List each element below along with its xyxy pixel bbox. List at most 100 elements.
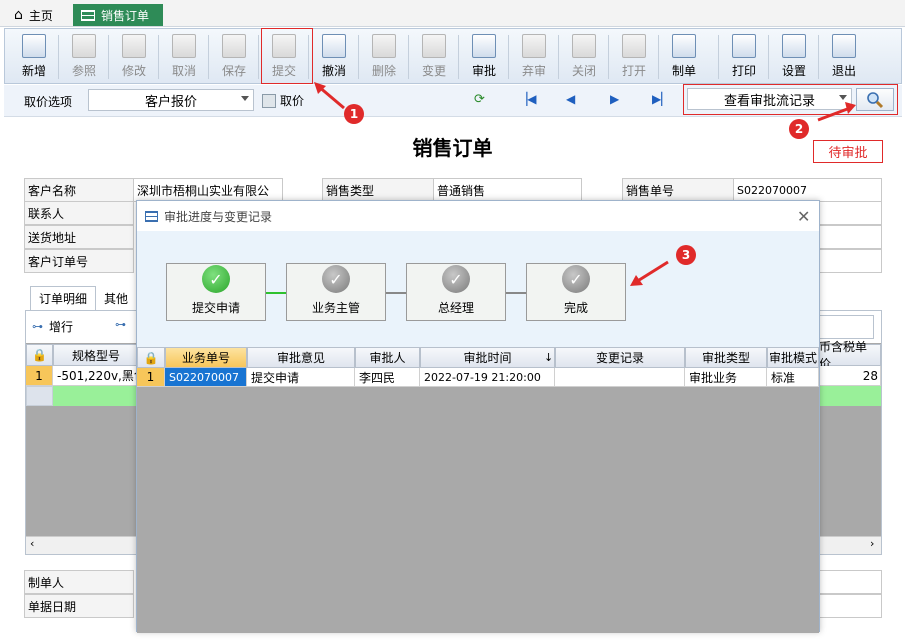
- approval-step: ✓ 提交申请: [166, 263, 266, 321]
- column-header[interactable]: 审批类型: [685, 347, 767, 368]
- order-no-field[interactable]: S022070007: [733, 178, 882, 202]
- toolbar-new-doc-button[interactable]: 新增: [10, 31, 58, 83]
- toolbar-edit-button[interactable]: 修改: [110, 31, 158, 83]
- fetch-option-value: 客户报价: [144, 94, 197, 110]
- toolbar-make-doc-button[interactable]: 制单: [660, 31, 708, 83]
- settings-icon: [782, 34, 806, 58]
- annotation-badge-1: 1: [344, 104, 364, 124]
- column-header[interactable]: 业务单号: [165, 347, 247, 368]
- toolbar-separator: [58, 35, 59, 79]
- doc-date-label: 单据日期: [24, 594, 134, 618]
- tab-sales-order[interactable]: 销售订单: [73, 4, 163, 26]
- save-icon: [222, 34, 246, 58]
- annotation-badge-3: 3: [676, 245, 696, 265]
- tab-order-detail[interactable]: 订单明细: [30, 286, 96, 310]
- first-record-icon[interactable]: ▕◀: [518, 92, 536, 106]
- form-field-right-2[interactable]: [818, 201, 882, 225]
- toolbar-button-label: 保存: [221, 64, 246, 78]
- form-field-right-3[interactable]: [818, 225, 882, 249]
- scroll-right-icon[interactable]: ›: [870, 537, 874, 550]
- column-header[interactable]: 审批时间: [420, 347, 555, 368]
- make-doc-icon: [672, 34, 696, 58]
- scroll-left-icon[interactable]: ‹: [30, 537, 34, 550]
- column-header[interactable]: 审批模式: [767, 347, 819, 368]
- approval-cell-order-no[interactable]: S022070007: [165, 368, 247, 387]
- approval-cell-type[interactable]: 审批业务: [685, 368, 767, 387]
- dialog-title: 审批进度与变更记录: [164, 209, 273, 224]
- approval-cell-approver[interactable]: 李四民: [355, 368, 420, 387]
- column-header-spec[interactable]: 规格型号: [53, 344, 139, 366]
- insert-row-icon[interactable]: ⊶: [115, 318, 126, 331]
- toolbar-save-button[interactable]: 保存: [210, 31, 258, 83]
- detail-cell-price[interactable]: 28: [818, 366, 881, 386]
- toolbar-close-doc-button[interactable]: 关闭: [560, 31, 608, 83]
- toolbar-separator: [208, 35, 209, 79]
- column-header-tax-price[interactable]: 币含税单价: [818, 340, 881, 371]
- add-row-button[interactable]: ⊶ 增行: [32, 318, 73, 335]
- check-icon: ✓: [562, 265, 590, 293]
- toolbar-reference-button[interactable]: 参照: [60, 31, 108, 83]
- contact-label: 联系人: [24, 201, 134, 225]
- progress-line-2: [385, 292, 407, 294]
- annotation-badge-2: 2: [789, 119, 809, 139]
- approval-step-label: 业务主管: [311, 301, 360, 315]
- page-title: 销售订单: [412, 136, 493, 160]
- toolbar-change-button[interactable]: 变更: [410, 31, 458, 83]
- form-field-right-4[interactable]: [818, 249, 882, 273]
- toolbar-separator: [458, 35, 459, 79]
- toolbar-separator: [608, 35, 609, 79]
- approval-step-label: 总经理: [437, 301, 474, 315]
- toolbar-exit-button[interactable]: 退出: [820, 31, 868, 83]
- close-icon[interactable]: ✕: [797, 207, 810, 226]
- approval-cell-change[interactable]: [555, 368, 685, 387]
- approval-cell-mode[interactable]: 标准: [767, 368, 819, 387]
- toolbar-undo-button[interactable]: 取消: [160, 31, 208, 83]
- column-header[interactable]: 审批意见: [247, 347, 355, 368]
- toolbar-revoke-button[interactable]: 撤消: [310, 31, 358, 83]
- toolbar-separator: [558, 35, 559, 79]
- footer-field-right-2[interactable]: [818, 594, 882, 618]
- toolbar-unapprove-button[interactable]: 弃审: [510, 31, 558, 83]
- footer-field-right-1[interactable]: [818, 570, 882, 594]
- toolbar-button-label: 打开: [621, 64, 646, 78]
- column-header[interactable]: 变更记录: [555, 347, 685, 368]
- new-row-right[interactable]: [818, 386, 881, 406]
- check-icon: ✓: [322, 265, 350, 293]
- customer-name-field[interactable]: 深圳市梧桐山实业有限公: [133, 178, 283, 202]
- last-record-icon[interactable]: ▶▏: [652, 92, 670, 106]
- detail-cell-spec[interactable]: -501,220v,黑色: [53, 366, 139, 386]
- approval-cell-time[interactable]: 2022-07-19 21:20:00: [420, 368, 555, 387]
- toolbar-print-button[interactable]: 打印: [720, 31, 768, 83]
- fetch-price-button[interactable]: 取价: [262, 92, 304, 109]
- column-header[interactable]: 审批人: [355, 347, 420, 368]
- sales-type-field[interactable]: 普通销售: [433, 178, 582, 202]
- refresh-icon[interactable]: ⟳: [474, 92, 485, 107]
- tab-sales-order-label: 销售订单: [101, 8, 150, 23]
- tab-home[interactable]: ⌂ 主页: [6, 4, 61, 26]
- check-icon: ✓: [442, 265, 470, 293]
- toolbar-settings-button[interactable]: 设置: [770, 31, 818, 83]
- approval-record-select[interactable]: 查看审批流记录: [687, 88, 852, 110]
- detail-search-input[interactable]: [818, 315, 874, 339]
- toolbar-approve-button[interactable]: 审批: [460, 31, 508, 83]
- unapprove-icon: [522, 34, 546, 58]
- approval-cell-opinion[interactable]: 提交申请: [247, 368, 355, 387]
- approval-step: ✓ 总经理: [406, 263, 506, 321]
- tab-bar: ⌂ 主页 销售订单: [0, 0, 905, 27]
- revoke-icon: [322, 34, 346, 58]
- magnifier-icon: [867, 91, 884, 108]
- toolbar-button-label: 退出: [831, 64, 856, 78]
- next-record-icon[interactable]: ▶: [610, 92, 619, 106]
- toolbar-delete-button[interactable]: 删除: [360, 31, 408, 83]
- fetch-option-select[interactable]: 客户报价: [88, 89, 254, 111]
- status-badge: 待审批: [813, 140, 883, 163]
- row-header-lock-icon: 🔒: [26, 344, 53, 366]
- prev-record-icon[interactable]: ◀: [566, 92, 575, 106]
- toolbar-separator: [658, 35, 659, 79]
- new-row[interactable]: [53, 386, 139, 406]
- view-approval-button[interactable]: [856, 88, 894, 111]
- toolbar-open-doc-button[interactable]: 打开: [610, 31, 658, 83]
- tab-other-info[interactable]: 其他: [104, 290, 128, 307]
- toolbar-separator: [108, 35, 109, 79]
- check-icon: ✓: [202, 265, 230, 293]
